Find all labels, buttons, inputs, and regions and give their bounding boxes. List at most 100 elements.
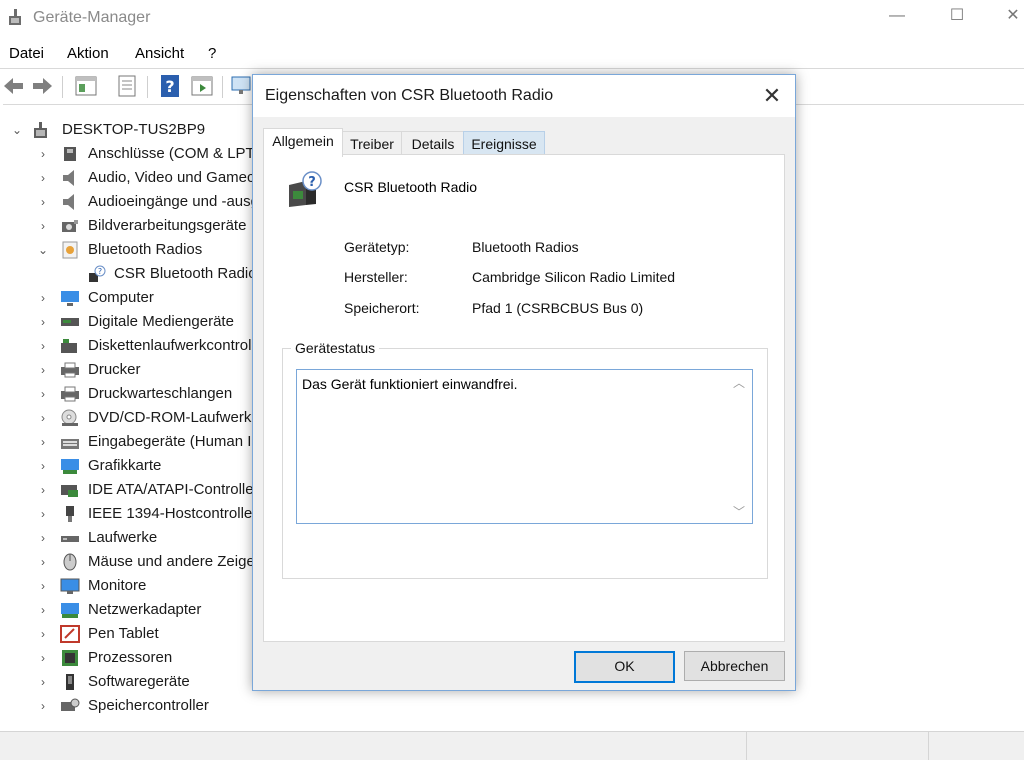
toolbar-separator bbox=[222, 76, 223, 98]
properties-sheet-icon[interactable] bbox=[115, 74, 139, 98]
chevron-right-icon[interactable]: › bbox=[37, 190, 49, 214]
run-view-icon[interactable] bbox=[190, 74, 214, 98]
tree-item-label: Druckwarteschlangen bbox=[88, 385, 233, 402]
tree-item-prozessoren[interactable]: › Prozessoren bbox=[3, 646, 253, 670]
scroll-up-icon[interactable]: ︿ bbox=[726, 374, 752, 392]
chevron-right-icon[interactable]: › bbox=[37, 550, 49, 574]
tree-item-speichercontroller[interactable]: › Speichercontroller bbox=[3, 694, 253, 718]
chevron-right-icon[interactable]: › bbox=[37, 502, 49, 526]
tree-item-drucker[interactable]: › Drucker bbox=[3, 358, 253, 382]
back-arrow-icon[interactable] bbox=[2, 74, 26, 98]
device-type-label: Gerätetyp: bbox=[344, 239, 410, 255]
chevron-right-icon[interactable]: › bbox=[37, 430, 49, 454]
status-divider bbox=[746, 732, 747, 760]
cancel-button[interactable]: Abbrechen bbox=[684, 651, 785, 681]
chevron-right-icon[interactable]: › bbox=[37, 670, 49, 694]
dialog-close-button[interactable]: ✕ bbox=[757, 81, 787, 111]
tab-details[interactable]: Details bbox=[401, 131, 465, 156]
chevron-right-icon[interactable]: › bbox=[37, 382, 49, 406]
tree-item-label: Bildverarbeitungsgeräte bbox=[88, 217, 247, 234]
scan-hardware-icon[interactable] bbox=[230, 74, 254, 98]
tree-item-netzwerkadapter[interactable]: › Netzwerkadapter bbox=[3, 598, 253, 622]
chevron-down-icon[interactable]: ⌄ bbox=[11, 118, 23, 142]
tree-item-ide-ata[interactable]: › IDE ATA/ATAPI-Controller bbox=[3, 478, 259, 502]
tab-treiber[interactable]: Treiber bbox=[341, 131, 403, 156]
chevron-right-icon[interactable]: › bbox=[37, 142, 49, 166]
dialog-title-bar: Eigenschaften von CSR Bluetooth Radio ✕ bbox=[253, 75, 795, 117]
ide-controller-icon bbox=[61, 485, 78, 497]
svg-text:?: ? bbox=[308, 175, 316, 190]
tree-item-grafikkarte[interactable]: › Grafikkarte bbox=[3, 454, 253, 478]
chevron-right-icon[interactable]: › bbox=[37, 622, 49, 646]
tree-item-label: Netzwerkadapter bbox=[88, 601, 202, 618]
media-device-icon bbox=[61, 318, 79, 326]
ok-button[interactable]: OK bbox=[574, 651, 675, 683]
chevron-right-icon[interactable]: › bbox=[37, 286, 49, 310]
chevron-right-icon[interactable]: › bbox=[37, 526, 49, 550]
dialog-title: Eigenschaften von CSR Bluetooth Radio bbox=[265, 87, 554, 104]
chevron-right-icon[interactable]: › bbox=[37, 574, 49, 598]
tree-root[interactable]: ⌄ DESKTOP-TUS2BP9 bbox=[3, 118, 263, 142]
status-bar bbox=[0, 731, 1024, 760]
menu-ansicht[interactable]: Ansicht bbox=[135, 45, 184, 62]
tab-allgemein[interactable]: Allgemein bbox=[263, 128, 343, 157]
manufacturer-value: Cambridge Silicon Radio Limited bbox=[472, 269, 676, 285]
tree-item-druckwarteschlangen[interactable]: › Druckwarteschlangen bbox=[3, 382, 253, 406]
help-icon[interactable]: ? bbox=[158, 74, 182, 98]
tree-item-ieee1394[interactable]: › IEEE 1394-Hostcontroller bbox=[3, 502, 257, 526]
chevron-right-icon[interactable]: › bbox=[37, 214, 49, 238]
tree-item-label: Anschlüsse (COM & LPT) bbox=[88, 145, 260, 162]
printer-icon bbox=[61, 362, 79, 378]
tree-item-disketten[interactable]: › Diskettenlaufwerkcontroller bbox=[3, 334, 268, 358]
tree-item-pen-tablet[interactable]: › Pen Tablet bbox=[3, 622, 253, 646]
tree-item-digitale-mediengeraete[interactable]: › Digitale Mediengeräte bbox=[3, 310, 253, 334]
minimize-button[interactable]: — bbox=[882, 4, 912, 28]
tree-item-bildverarbeitung[interactable]: › Bildverarbeitungsgeräte bbox=[3, 214, 253, 238]
close-window-button[interactable]: ✕ bbox=[998, 4, 1024, 28]
tree-item-csr-bluetooth-radio[interactable]: ? CSR Bluetooth Radio bbox=[3, 262, 257, 286]
tree-item-label: Computer bbox=[88, 289, 154, 306]
location-label: Speicherort: bbox=[344, 300, 420, 316]
tree-item-eingabegeraete[interactable]: › Eingabegeräte (Human Interface Devices… bbox=[3, 430, 368, 454]
chevron-down-icon[interactable]: ⌄ bbox=[37, 238, 49, 262]
chevron-right-icon[interactable]: › bbox=[37, 478, 49, 502]
tree-item-label: Bluetooth Radios bbox=[88, 241, 203, 258]
manufacturer-label: Hersteller: bbox=[344, 269, 408, 285]
title-bar: Geräte-Manager — ☐ ✕ bbox=[0, 0, 1024, 38]
menu-datei[interactable]: Datei bbox=[9, 45, 44, 62]
tree-item-computer[interactable]: › Computer bbox=[3, 286, 253, 310]
tree-item-monitore[interactable]: › Monitore bbox=[3, 574, 253, 598]
tab-panel-allgemein: ? CSR Bluetooth Radio Gerätetyp: Bluetoo… bbox=[263, 154, 785, 642]
forward-arrow-icon[interactable] bbox=[30, 74, 54, 98]
menu-aktion[interactable]: Aktion bbox=[67, 45, 109, 62]
chevron-right-icon[interactable]: › bbox=[37, 646, 49, 670]
maximize-button[interactable]: ☐ bbox=[942, 4, 972, 28]
scroll-down-icon[interactable]: ﹀ bbox=[726, 503, 752, 521]
tree-item-maeuse[interactable]: › Mäuse und andere Zeigegeräte bbox=[3, 550, 297, 574]
tree-item-label: Diskettenlaufwerkcontroller bbox=[88, 337, 269, 354]
tree-item-label: Monitore bbox=[88, 577, 147, 594]
chevron-right-icon[interactable]: › bbox=[37, 454, 49, 478]
port-icon bbox=[64, 147, 76, 161]
chevron-right-icon[interactable]: › bbox=[37, 598, 49, 622]
chevron-right-icon[interactable]: › bbox=[37, 694, 49, 718]
properties-pane-icon[interactable] bbox=[74, 74, 98, 98]
tree-item-softwaregeraete[interactable]: › Softwaregeräte bbox=[3, 670, 253, 694]
tree-item-anschluesse[interactable]: › Anschlüsse (COM & LPT) bbox=[3, 142, 260, 166]
tree-item-bluetooth-radios[interactable]: ⌄ Bluetooth Radios bbox=[3, 238, 253, 262]
tab-ereignisse[interactable]: Ereignisse bbox=[463, 131, 545, 156]
chevron-right-icon[interactable]: › bbox=[37, 310, 49, 334]
chevron-right-icon[interactable]: › bbox=[37, 166, 49, 190]
chevron-right-icon[interactable]: › bbox=[37, 334, 49, 358]
tree-item-audio-video[interactable]: › Audio, Video und Gamecontroller bbox=[3, 166, 309, 190]
tree-item-label: Pen Tablet bbox=[88, 625, 159, 642]
tree-item-dvd-cd-rom[interactable]: › DVD/CD-ROM-Laufwerke bbox=[3, 406, 260, 430]
chevron-right-icon[interactable]: › bbox=[37, 406, 49, 430]
tree-item-label: Laufwerke bbox=[88, 529, 158, 546]
chevron-right-icon[interactable]: › bbox=[37, 358, 49, 382]
tree-item-audioeingaenge[interactable]: › Audioeingänge und -ausgänge bbox=[3, 190, 292, 214]
tree-item-label: CSR Bluetooth Radio bbox=[114, 265, 257, 282]
tree-item-laufwerke[interactable]: › Laufwerke bbox=[3, 526, 253, 550]
menu-help[interactable]: ? bbox=[208, 45, 216, 62]
device-status-textbox[interactable]: Das Gerät funktioniert einwandfrei. ︿ ﹀ bbox=[296, 369, 753, 524]
